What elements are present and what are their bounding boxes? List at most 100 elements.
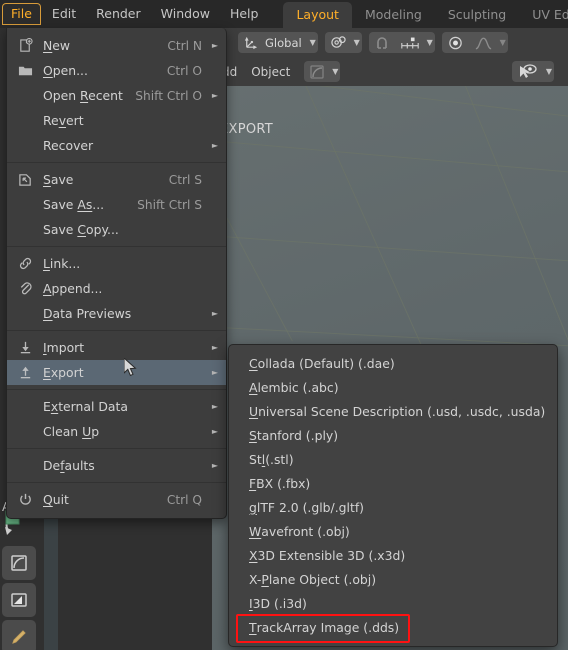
export-item-stanford-ply[interactable]: Stanford (.ply) — [229, 423, 557, 447]
magnet-icon[interactable] — [369, 32, 395, 53]
menu-separator — [7, 246, 226, 247]
file-menu-item-export[interactable]: Export ► — [7, 360, 226, 385]
file-menu-item-link[interactable]: Link... — [7, 251, 226, 276]
export-item-alembic-abc[interactable]: Alembic (.abc) — [229, 375, 557, 399]
file-dropdown-menu: New Ctrl N ► Open... Ctrl O Open Recent Shift … — [6, 28, 227, 519]
chevron-down-icon[interactable]: ▼ — [330, 67, 340, 76]
submenu-arrow-icon: ► — [211, 141, 218, 150]
chevron-down-icon[interactable]: ▼ — [352, 38, 362, 47]
menu-item-label: Append... — [43, 281, 103, 296]
viewport-tool-column — [0, 500, 44, 650]
menu-separator — [7, 482, 226, 483]
menu-item-label: Save Copy... — [43, 222, 119, 237]
export-item-stl-stl[interactable]: St l (.stl) — [229, 447, 557, 471]
submenu-arrow-icon: ► — [211, 41, 218, 50]
file-menu-item-append[interactable]: Append... — [7, 276, 226, 301]
file-menu-item-save-as[interactable]: Save As... Shift Ctrl S — [7, 192, 226, 217]
file-menu-item-clean-up[interactable]: Clean Up ► — [7, 419, 226, 444]
export-item-i3d-i3d[interactable]: I 3D (.i3d) — [229, 591, 557, 615]
workspace-tab-layout[interactable]: Layout — [283, 2, 352, 28]
file-menu-item-revert[interactable]: Revert — [7, 108, 226, 133]
menu-root-render[interactable]: Render — [87, 3, 150, 25]
file-menu-item-new[interactable]: New Ctrl N ► — [7, 33, 226, 58]
file-menu-item-import[interactable]: Import ► — [7, 335, 226, 360]
submenu-arrow-icon: ► — [211, 91, 218, 100]
file-menu-item-quit[interactable]: Quit Ctrl Q — [7, 487, 226, 512]
link-icon — [13, 256, 37, 271]
chevron-down-icon[interactable]: ▼ — [544, 67, 554, 76]
file-menu-item-recover[interactable]: Recover ► — [7, 133, 226, 158]
append-icon — [13, 281, 37, 296]
mouse-cursor — [124, 358, 137, 377]
menu-item-shortcut: Ctrl N — [167, 38, 202, 53]
snap-falloff-dropdown[interactable]: ▼ — [304, 61, 341, 82]
export-item-wavefront-obj[interactable]: Wavefront (.obj) — [229, 519, 557, 543]
menu-item-shortcut: Ctrl Q — [166, 492, 202, 507]
visibility-selectability-dropdown[interactable]: ▼ — [512, 61, 554, 82]
file-menu-item-save-copy[interactable]: Save Copy... — [7, 217, 226, 242]
chevron-down-icon[interactable]: ▼ — [498, 38, 508, 47]
menu-item-label: Clean Up — [43, 424, 100, 439]
menu-item-label: Link... — [43, 256, 81, 271]
workspace-tab-list: LayoutModelingSculptingUV Editing — [283, 0, 568, 28]
file-menu-item-external-data[interactable]: External Data ► — [7, 394, 226, 419]
chevron-down-icon[interactable]: ▼ — [425, 38, 435, 47]
menu-root-edit[interactable]: Edit — [43, 3, 85, 25]
menu-item-shortcut: Shift Ctrl S — [137, 197, 202, 212]
menu-root-help[interactable]: Help — [221, 3, 268, 25]
menu-item-label: Import — [43, 340, 85, 355]
blender-window: EXPORT AD — [0, 0, 568, 650]
export-item-fbx-fbx[interactable]: F BX (.fbx) — [229, 471, 557, 495]
menu-item-shortcut: Ctrl O — [166, 63, 202, 78]
snapping-group[interactable]: ▼ — [368, 32, 435, 53]
menu-item-label: Data Previews — [43, 306, 132, 321]
export-item-universal-scene-description-usd-usdc-usda[interactable]: Universal Scene Description (.usd, .usdc… — [229, 399, 557, 423]
grid-line — [461, 86, 568, 383]
chevron-down-icon[interactable]: ▼ — [308, 38, 318, 47]
tool-gradient-button[interactable] — [2, 583, 36, 617]
orientation-value: Global — [265, 35, 302, 50]
proportional-editing-group[interactable]: ▼ — [441, 32, 508, 53]
import-icon — [13, 340, 37, 355]
transform-orientation-dropdown[interactable]: Global ▼ — [238, 32, 318, 53]
submenu-arrow-icon: ► — [211, 427, 218, 436]
workspace-tab-modeling[interactable]: Modeling — [352, 2, 435, 28]
menu-item-label: Open Recent — [43, 88, 123, 103]
eye-cursor-icon — [512, 61, 544, 82]
export-item-x3d-extensible-3d-x3d[interactable]: X 3D Extensible 3D (.x3d) — [229, 543, 557, 567]
export-item-x-plane-object-obj[interactable]: X- Plane Object (.obj) — [229, 567, 557, 591]
file-menu-item-save[interactable]: Save Ctrl S — [7, 167, 226, 192]
falloff-curve-icon[interactable] — [469, 32, 498, 53]
export-item-trackarray-image-dds[interactable]: TrackArray Image (.dds) — [229, 615, 557, 639]
export-item-gltf-2-0-glb-gltf[interactable]: g lTF 2.0 (.glb/.gltf) — [229, 495, 557, 519]
submenu-arrow-icon: ► — [211, 461, 218, 470]
orientation-axis-icon — [238, 32, 263, 53]
file-menu-item-defaults[interactable]: Defaults ► — [7, 453, 226, 478]
menu-item-label: Save As... — [43, 197, 105, 212]
viewport-left-edge — [44, 500, 58, 650]
menu-separator — [7, 389, 226, 390]
snap-magnet-dropdown[interactable]: ▼ — [324, 32, 362, 53]
tool-shading-button[interactable] — [2, 546, 36, 580]
file-menu-item-open-recent[interactable]: Open Recent Shift Ctrl O ► — [7, 83, 226, 108]
export-icon — [13, 365, 37, 380]
menu-root-window[interactable]: Window — [152, 3, 219, 25]
new-file-icon — [13, 38, 37, 53]
header-row-menus: Add Object ▼ — [214, 57, 347, 86]
menu-item-label: New — [43, 38, 71, 53]
root-menu-list: File Edit Render Window Help — [0, 3, 267, 25]
menu-item-label: Export — [43, 365, 84, 380]
export-item-collada-default-dae[interactable]: Collada (Default) (.dae) — [229, 351, 557, 375]
menu-root-file[interactable]: File — [2, 3, 41, 25]
viewport-scene-label: EXPORT — [220, 122, 274, 137]
tool-annotate-button[interactable] — [2, 620, 36, 650]
viewport-header: Global ▼ ▼ ▼ ▼ Object ▼ ▼ — [212, 28, 568, 86]
proportional-toggle-icon[interactable] — [442, 32, 469, 53]
workspace-tab-uv-editing[interactable]: UV Editing — [519, 2, 568, 28]
file-menu-item-data-previews[interactable]: Data Previews ► — [7, 301, 226, 326]
workspace-tab-sculpting[interactable]: Sculpting — [435, 2, 519, 28]
header-menu-object[interactable]: Object — [251, 65, 290, 79]
file-menu-item-open[interactable]: Open... Ctrl O — [7, 58, 226, 83]
submenu-arrow-icon: ► — [211, 402, 218, 411]
menu-separator — [7, 162, 226, 163]
